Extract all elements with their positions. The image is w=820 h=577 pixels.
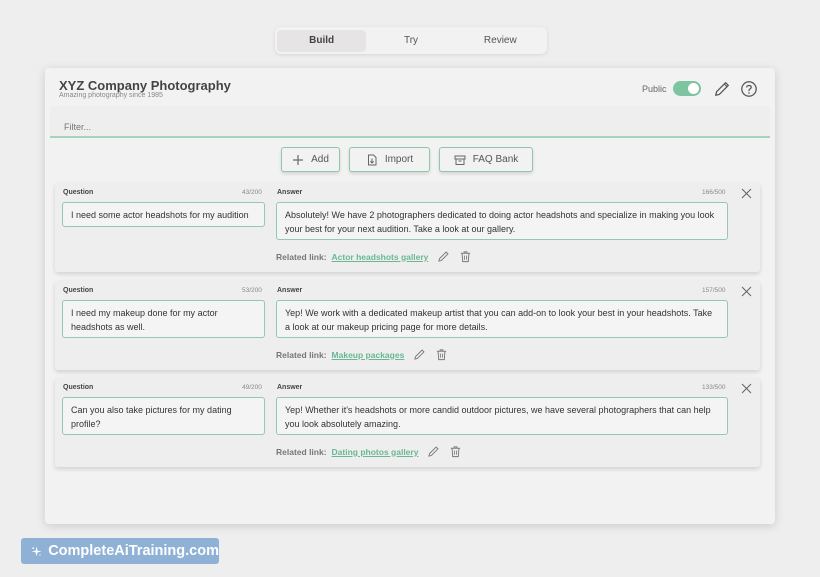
related-link[interactable]: Actor headshots gallery <box>332 252 429 262</box>
public-label: Public <box>642 83 667 94</box>
mode-tabs: Build Try Review <box>275 27 547 54</box>
close-icon[interactable] <box>741 286 752 297</box>
trash-icon[interactable] <box>435 348 448 361</box>
trash-icon[interactable] <box>459 250 472 263</box>
filter-input[interactable] <box>50 106 770 138</box>
answer-label: Answer <box>277 384 303 391</box>
related-link[interactable]: Dating photos gallery <box>332 447 419 457</box>
import-button-label: Import <box>384 154 414 165</box>
related-link-row: Related link: Dating photos gallery <box>276 445 462 458</box>
faq-bank-button-label: FAQ Bank <box>472 154 519 165</box>
add-button[interactable]: Add <box>281 147 340 172</box>
qa-card: Question 49/200 Answer 133/500 Can you a… <box>55 378 760 467</box>
edit-link-pencil-icon[interactable] <box>427 445 440 458</box>
tab-review[interactable]: Review <box>456 30 545 52</box>
related-link-label: Related link: <box>276 349 327 360</box>
related-link-row: Related link: Makeup packages <box>276 348 448 361</box>
trash-icon[interactable] <box>449 445 462 458</box>
sparkle-logo-icon <box>31 546 42 556</box>
faq-bank-button[interactable]: FAQ Bank <box>439 147 533 172</box>
page-subtitle: Amazing photography since 1985 <box>59 92 163 99</box>
answer-field[interactable]: Yep! We work with a dedicated makeup art… <box>276 300 728 338</box>
answer-label: Answer <box>277 287 303 294</box>
public-toggle[interactable] <box>672 81 701 96</box>
add-button-label: Add <box>311 154 329 165</box>
qa-card: Question 43/200 Answer 166/500 I need so… <box>55 183 760 272</box>
question-field[interactable]: I need some actor headshots for my audit… <box>62 202 265 227</box>
answer-field[interactable]: Absolutely! We have 2 photographers dedi… <box>276 202 728 240</box>
edit-link-pencil-icon[interactable] <box>413 348 426 361</box>
import-button[interactable]: Import <box>349 147 430 172</box>
tab-try[interactable]: Try <box>366 30 455 52</box>
question-char-count: 53/200 <box>242 287 262 294</box>
question-label: Question <box>63 384 94 391</box>
question-char-count: 49/200 <box>242 384 262 391</box>
public-toggle-group: Public <box>642 81 701 96</box>
answer-char-count: 166/500 <box>702 189 726 196</box>
watermark-text: CompleteAiTraining.com <box>48 543 219 559</box>
close-icon[interactable] <box>741 383 752 394</box>
action-bar: Add Import FAQ Bank <box>281 147 533 172</box>
related-link-label: Related link: <box>276 446 327 457</box>
answer-char-count: 157/500 <box>702 287 726 294</box>
question-char-count: 43/200 <box>242 189 262 196</box>
answer-label: Answer <box>277 189 303 196</box>
related-link-label: Related link: <box>276 251 327 262</box>
edit-link-pencil-icon[interactable] <box>437 250 450 263</box>
question-field[interactable]: Can you also take pictures for my dating… <box>62 397 265 435</box>
answer-char-count: 133/500 <box>702 384 726 391</box>
related-link[interactable]: Makeup packages <box>332 350 405 360</box>
related-link-row: Related link: Actor headshots gallery <box>276 250 472 263</box>
question-label: Question <box>63 287 94 294</box>
faq-panel: XYZ Company Photography Amazing photogra… <box>45 68 775 524</box>
pencil-icon[interactable] <box>713 80 731 98</box>
close-icon[interactable] <box>741 188 752 199</box>
qa-card: Question 53/200 Answer 157/500 I need my… <box>55 281 760 370</box>
plus-icon <box>293 154 304 165</box>
archive-box-icon <box>454 155 466 165</box>
watermark-badge: CompleteAiTraining.com <box>21 538 219 564</box>
import-file-icon <box>367 154 377 165</box>
page-title: XYZ Company Photography <box>59 78 231 93</box>
question-field[interactable]: I need my makeup done for my actor heads… <box>62 300 265 338</box>
question-label: Question <box>63 189 94 196</box>
answer-field[interactable]: Yep! Whether it's headshots or more cand… <box>276 397 728 435</box>
help-icon[interactable] <box>740 80 758 98</box>
tab-build[interactable]: Build <box>277 29 367 52</box>
